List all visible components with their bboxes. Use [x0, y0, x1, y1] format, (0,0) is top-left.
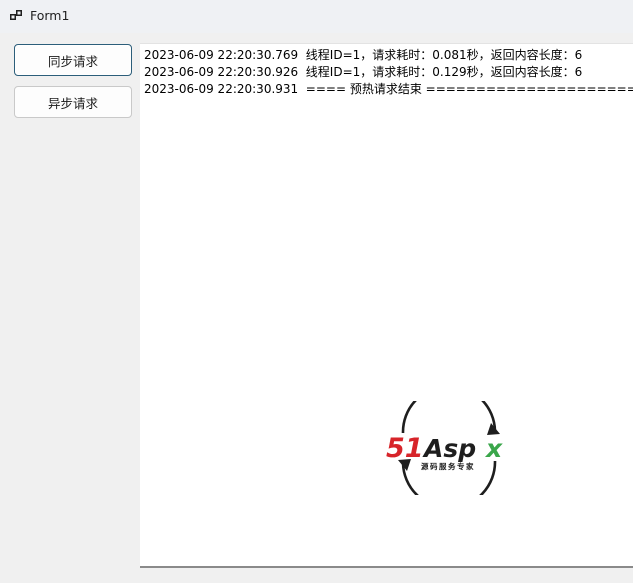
log-line: 2023-06-09 22:20:30.926 线程ID=1，请求耗时：0.12… [144, 65, 583, 79]
svg-text:51: 51 [386, 433, 424, 464]
async-request-button[interactable]: 异步请求 [14, 86, 132, 118]
svg-text:x: x [484, 434, 503, 463]
svg-text:Asp: Asp [422, 434, 476, 463]
title-bar[interactable]: Form1 [0, 0, 633, 33]
log-line: 2023-06-09 22:20:30.769 线程ID=1，请求耗时：0.08… [144, 48, 583, 62]
window-title: Form1 [30, 8, 70, 23]
winforms-app-icon [10, 10, 22, 20]
form1-window: Form1 同步请求 异步请求 2023-06-09 22:20:30.769 … [0, 0, 633, 583]
log-line: 2023-06-09 22:20:30.931 ==== 预热请求结束 ====… [144, 82, 633, 96]
watermark-caption: 源码服务专家 [421, 462, 475, 471]
51aspx-watermark-logo: 51 Asp x [386, 401, 503, 495]
sync-request-button[interactable]: 同步请求 [14, 44, 132, 76]
